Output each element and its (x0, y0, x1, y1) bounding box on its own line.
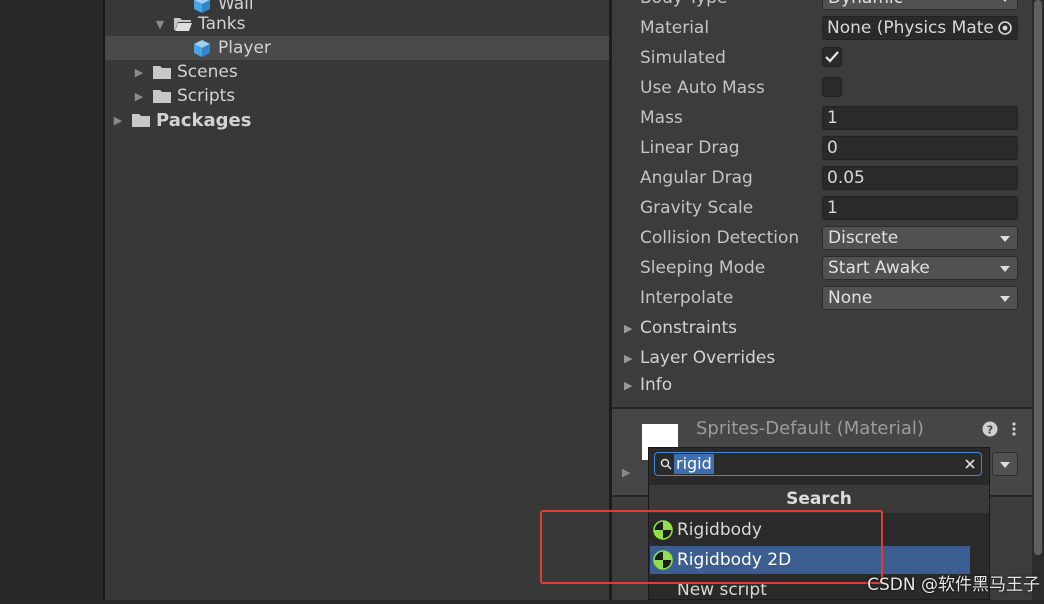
tree-item-scripts[interactable]: ▶ Scripts (132, 84, 235, 108)
dropdown-value: Discrete (828, 228, 899, 248)
simulated-checkbox[interactable] (822, 47, 842, 67)
foldout-arrow-icon[interactable]: ▶ (622, 466, 630, 479)
sleeping-mode-dropdown[interactable]: Start Awake (822, 256, 1018, 280)
layer-overrides-foldout[interactable]: ▶ Layer Overrides (624, 348, 775, 368)
section-label: Constraints (640, 318, 737, 338)
mass-label: Mass (640, 108, 683, 128)
folder-icon (153, 66, 171, 79)
use-auto-mass-checkbox[interactable] (822, 77, 842, 97)
material-field[interactable]: None (Physics Mate (822, 16, 1018, 40)
checkmark-icon (825, 51, 839, 63)
tree-item-player[interactable]: Player (105, 36, 609, 60)
tree-item-label: Tanks (198, 14, 246, 34)
constraints-foldout[interactable]: ▶ Constraints (624, 318, 737, 338)
clear-search-icon[interactable] (964, 458, 976, 470)
angular-drag-field[interactable]: 0.05 (822, 166, 1018, 190)
collapsed-arrow-icon[interactable]: ▶ (132, 89, 146, 103)
linear-drag-label: Linear Drag (640, 138, 740, 158)
object-picker-icon[interactable] (997, 20, 1013, 36)
material-value: None (Physics Mate (827, 18, 994, 38)
collision-detection-dropdown[interactable]: Discrete (822, 226, 1018, 250)
folder-icon (132, 114, 150, 127)
collision-detection-label: Collision Detection (640, 228, 800, 248)
dropdown-value: Start Awake (828, 258, 930, 278)
sleeping-mode-label: Sleeping Mode (640, 258, 766, 278)
search-results-header: Search (649, 485, 989, 513)
foldout-arrow-icon: ▶ (624, 351, 633, 365)
body-type-dropdown[interactable]: Dynamic (822, 0, 1018, 10)
tree-item-scenes[interactable]: ▶ Scenes (132, 60, 238, 84)
dropdown-value: None (828, 288, 873, 308)
section-label: Info (640, 375, 673, 395)
use-auto-mass-label: Use Auto Mass (640, 78, 765, 98)
more-options-icon[interactable] (1008, 421, 1020, 437)
search-query[interactable]: rigid (674, 454, 714, 474)
tree-item-label: Scripts (177, 86, 236, 106)
chevron-down-icon (1000, 462, 1010, 468)
gravity-scale-field[interactable]: 1 (822, 196, 1018, 220)
expanded-arrow-icon[interactable]: ▼ (153, 17, 167, 31)
tree-item-label: Scenes (177, 62, 238, 82)
section-label: Layer Overrides (640, 348, 776, 368)
gravity-scale-label: Gravity Scale (640, 198, 754, 218)
watermark: CSDN @软件黑马王子 (867, 575, 1040, 595)
info-foldout[interactable]: ▶ Info (624, 375, 672, 395)
interpolate-label: Interpolate (640, 288, 734, 308)
folder-open-icon (174, 18, 192, 31)
chevron-down-icon (1000, 266, 1010, 272)
simulated-label: Simulated (640, 48, 726, 68)
material-asset-name: Sprites-Default (Material) (696, 418, 924, 439)
tree-item-label: Packages (156, 109, 252, 131)
annotation-highlight-box (540, 510, 883, 584)
chevron-down-icon (1000, 0, 1010, 2)
linear-drag-field[interactable]: 0 (822, 136, 1018, 160)
collapsed-arrow-icon[interactable]: ▶ (132, 65, 146, 79)
interpolate-dropdown[interactable]: None (822, 286, 1018, 310)
help-icon[interactable]: ? (982, 421, 998, 437)
tree-item-tanks[interactable]: ▼ Tanks (153, 12, 246, 36)
chevron-down-icon (1000, 296, 1010, 302)
material-label: Material (640, 18, 710, 38)
collapsed-arrow-icon[interactable]: ▶ (111, 113, 125, 127)
search-icon (660, 458, 672, 470)
shader-dropdown-button[interactable] (992, 452, 1018, 476)
angular-drag-label: Angular Drag (640, 168, 753, 188)
tree-item-label: Player (218, 38, 271, 58)
prefab-cube-icon (194, 40, 210, 57)
scrollbar-thumb[interactable] (1034, 0, 1042, 555)
foldout-arrow-icon: ▶ (624, 321, 633, 335)
mass-field[interactable]: 1 (822, 106, 1018, 130)
body-type-label: Body Type (640, 0, 727, 8)
svg-text:?: ? (987, 424, 993, 437)
dropdown-value: Dynamic (828, 0, 903, 8)
foldout-arrow-icon: ▶ (624, 378, 633, 392)
folder-icon (153, 90, 171, 103)
tree-item-packages[interactable]: ▶ Packages (111, 108, 252, 132)
scene-view-strip (0, 0, 103, 600)
chevron-down-icon (1000, 236, 1010, 242)
